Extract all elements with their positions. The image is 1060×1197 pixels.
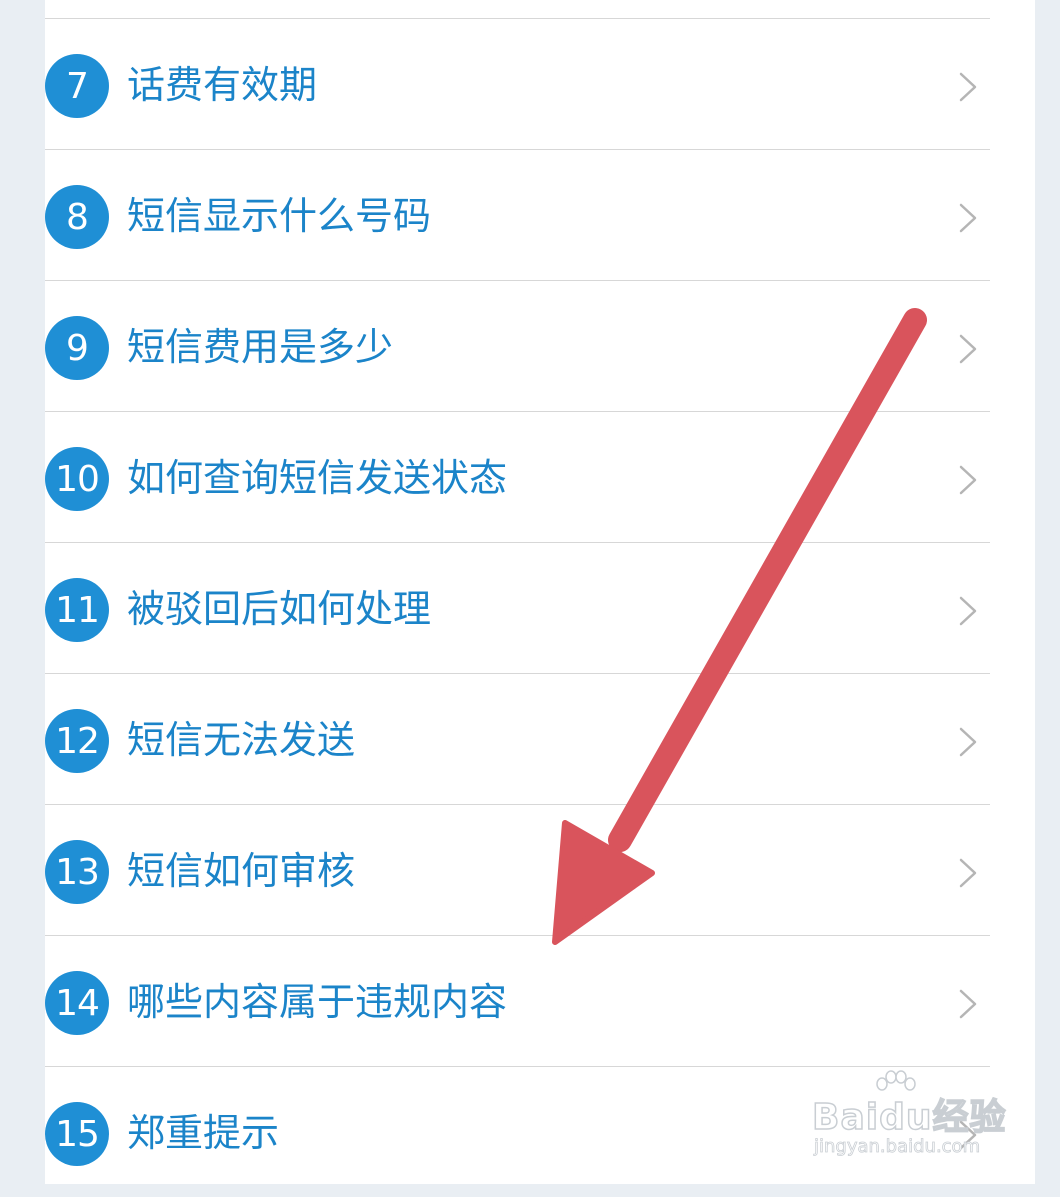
- chevron-right-icon: [959, 72, 977, 102]
- item-label: 被驳回后如何处理: [127, 587, 432, 631]
- item-label: 短信无法发送: [127, 718, 356, 762]
- item-label: 短信如何审核: [127, 849, 356, 893]
- item-number-badge: 15: [45, 1102, 109, 1166]
- faq-item-8[interactable]: 8 短信显示什么号码: [45, 149, 990, 280]
- faq-item-12[interactable]: 12 短信无法发送: [45, 673, 990, 804]
- item-number-badge: 13: [45, 840, 109, 904]
- faq-item-15[interactable]: 15 郑重提示: [45, 1066, 990, 1197]
- item-label: 如何查询短信发送状态: [127, 456, 508, 500]
- chevron-right-icon: [959, 858, 977, 888]
- faq-item-13[interactable]: 13 短信如何审核: [45, 804, 990, 935]
- item-number-badge: 8: [45, 185, 109, 249]
- item-label: 哪些内容属于违规内容: [127, 980, 508, 1024]
- item-number-badge: 12: [45, 709, 109, 773]
- faq-item-11[interactable]: 11 被驳回后如何处理: [45, 542, 990, 673]
- chevron-right-icon: [959, 1120, 977, 1150]
- chevron-right-icon: [959, 989, 977, 1019]
- chevron-right-icon: [959, 203, 977, 233]
- faq-item-9[interactable]: 9 短信费用是多少: [45, 280, 990, 411]
- item-label: 短信费用是多少: [127, 325, 394, 369]
- faq-item-14[interactable]: 14 哪些内容属于违规内容: [45, 935, 990, 1066]
- item-number-badge: 9: [45, 316, 109, 380]
- faq-item-7[interactable]: 7 话费有效期: [45, 18, 990, 149]
- chevron-right-icon: [959, 596, 977, 626]
- item-label: 短信显示什么号码: [127, 194, 432, 238]
- item-number-badge: 10: [45, 447, 109, 511]
- item-label: 郑重提示: [127, 1111, 280, 1155]
- chevron-right-icon: [959, 465, 977, 495]
- faq-list: 7 话费有效期 8 短信显示什么号码 9 短信费用是多少 10 如何查询短信发送…: [45, 18, 990, 1197]
- chevron-right-icon: [959, 727, 977, 757]
- chevron-right-icon: [959, 334, 977, 364]
- item-number-badge: 7: [45, 54, 109, 118]
- faq-item-10[interactable]: 10 如何查询短信发送状态: [45, 411, 990, 542]
- item-number-badge: 11: [45, 578, 109, 642]
- item-number-badge: 14: [45, 971, 109, 1035]
- item-label: 话费有效期: [127, 63, 318, 107]
